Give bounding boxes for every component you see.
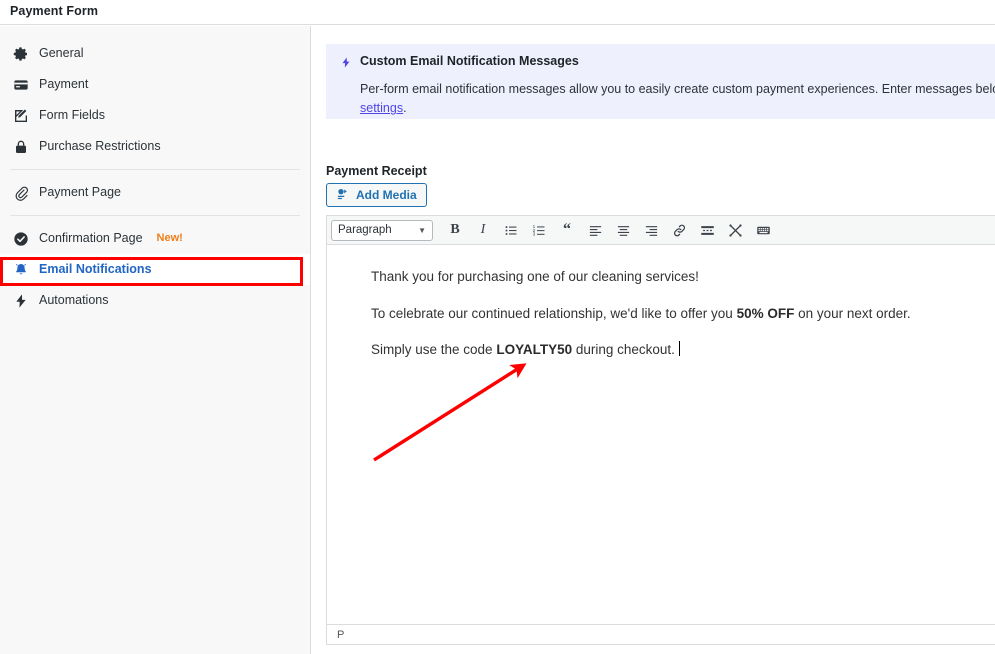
sidebar-item-label: Email Notifications xyxy=(39,263,152,276)
read-more-button[interactable] xyxy=(693,217,721,244)
align-left-icon xyxy=(588,223,603,238)
link-icon xyxy=(672,223,687,238)
gear-icon xyxy=(12,45,29,62)
check-circle-icon xyxy=(12,230,29,247)
lock-icon xyxy=(12,138,29,155)
align-right-icon xyxy=(644,223,659,238)
paragraph-bold-text: 50% OFF xyxy=(737,306,795,321)
settings-link[interactable]: settings xyxy=(360,101,403,115)
bell-icon xyxy=(12,261,29,278)
sidebar-item-payment-page[interactable]: Payment Page xyxy=(0,177,310,208)
paperclip-icon xyxy=(12,184,29,201)
chevron-down-icon: ▼ xyxy=(418,226,426,235)
paragraph-text: on your next order. xyxy=(794,306,910,321)
notice-body-line: Per-form email notification messages all… xyxy=(360,80,995,99)
paragraph-text: To celebrate our continued relationship,… xyxy=(371,306,737,321)
sidebar-item-general[interactable]: General xyxy=(0,38,310,69)
window-titlebar: Payment Form xyxy=(0,0,995,25)
read-more-icon xyxy=(700,223,715,238)
sidebar-item-email-notifications[interactable]: Email Notifications xyxy=(0,254,310,285)
sidebar-item-form-fields[interactable]: Form Fields xyxy=(0,100,310,131)
sidebar-item-confirmation-page[interactable]: Confirmation Page New! xyxy=(0,223,310,254)
bullet-list-button[interactable] xyxy=(497,217,525,244)
sidebar-item-automations[interactable]: Automations xyxy=(0,285,310,316)
format-select[interactable]: Paragraph ▼ xyxy=(331,220,433,241)
settings-sidebar: General Payment Form Fields xyxy=(0,26,311,654)
keyboard-icon xyxy=(756,223,771,238)
bold-button[interactable]: B xyxy=(441,217,469,244)
align-right-button[interactable] xyxy=(637,217,665,244)
editor-paragraph: Simply use the code LOYALTY50 during che… xyxy=(371,340,995,360)
svg-text:3: 3 xyxy=(532,231,535,236)
sidebar-item-label: Payment xyxy=(39,78,88,91)
editor-toolbar: Paragraph ▼ B I xyxy=(327,216,995,245)
sidebar-item-label: Payment Page xyxy=(39,186,121,199)
italic-icon: I xyxy=(481,222,486,238)
field-label-payment-receipt: Payment Receipt xyxy=(326,164,427,178)
blockquote-icon: “ xyxy=(563,222,571,238)
editor-element-path: P xyxy=(337,629,344,641)
align-center-button[interactable] xyxy=(609,217,637,244)
sidebar-item-label: Confirmation Page xyxy=(39,232,143,245)
sidebar-item-label: Automations xyxy=(39,294,108,307)
page-title: Payment Form xyxy=(10,4,98,18)
sidebar-item-payment[interactable]: Payment xyxy=(0,69,310,100)
text-cursor xyxy=(679,341,680,356)
notice-body-tail: . xyxy=(403,101,406,115)
lightning-icon xyxy=(340,55,352,75)
paragraph-text: Thank you for purchasing one of our clea… xyxy=(371,269,699,284)
numbered-list-icon: 1 2 3 xyxy=(532,223,547,238)
editor-paragraph: Thank you for purchasing one of our clea… xyxy=(371,267,995,287)
italic-button[interactable]: I xyxy=(469,217,497,244)
sidebar-item-label: Form Fields xyxy=(39,109,105,122)
edit-square-icon xyxy=(12,107,29,124)
sidebar-item-purchase-restrictions[interactable]: Purchase Restrictions xyxy=(0,131,310,162)
align-left-button[interactable] xyxy=(581,217,609,244)
sidebar-item-label: General xyxy=(39,47,83,60)
add-media-label: Add Media xyxy=(356,188,417,202)
sidebar-divider xyxy=(10,215,300,216)
bold-icon: B xyxy=(450,222,459,238)
main-content: Custom Email Notification Messages Per-f… xyxy=(312,26,995,654)
add-media-button[interactable]: Add Media xyxy=(326,183,427,207)
editor-status-bar: P xyxy=(327,624,995,644)
app-window: Payment Form General Payment xyxy=(0,0,995,654)
bullet-list-icon xyxy=(504,223,519,238)
editor-paragraph: To celebrate our continued relationship,… xyxy=(371,304,995,324)
sidebar-item-label: Purchase Restrictions xyxy=(39,140,161,153)
fullscreen-button[interactable] xyxy=(721,217,749,244)
toolbar-toggle-button[interactable] xyxy=(749,217,777,244)
paragraph-text: Simply use the code xyxy=(371,342,496,357)
insert-link-button[interactable] xyxy=(665,217,693,244)
editor-content-area[interactable]: Thank you for purchasing one of our clea… xyxy=(327,245,995,624)
fullscreen-icon xyxy=(728,223,743,238)
info-notice: Custom Email Notification Messages Per-f… xyxy=(326,44,995,119)
media-icon xyxy=(336,187,350,204)
paragraph-bold-text: LOYALTY50 xyxy=(496,342,572,357)
sidebar-divider xyxy=(10,169,300,170)
rich-text-editor: Paragraph ▼ B I xyxy=(326,215,995,645)
align-center-icon xyxy=(616,223,631,238)
lightning-icon xyxy=(12,292,29,309)
credit-card-icon xyxy=(12,76,29,93)
status-badge: New! xyxy=(157,233,183,244)
notice-body: Per-form email notification messages all… xyxy=(340,80,995,119)
format-select-value: Paragraph xyxy=(338,224,392,236)
numbered-list-button[interactable]: 1 2 3 xyxy=(525,217,553,244)
paragraph-text: during checkout. xyxy=(572,342,675,357)
notice-title: Custom Email Notification Messages xyxy=(360,54,579,69)
blockquote-button[interactable]: “ xyxy=(553,217,581,244)
